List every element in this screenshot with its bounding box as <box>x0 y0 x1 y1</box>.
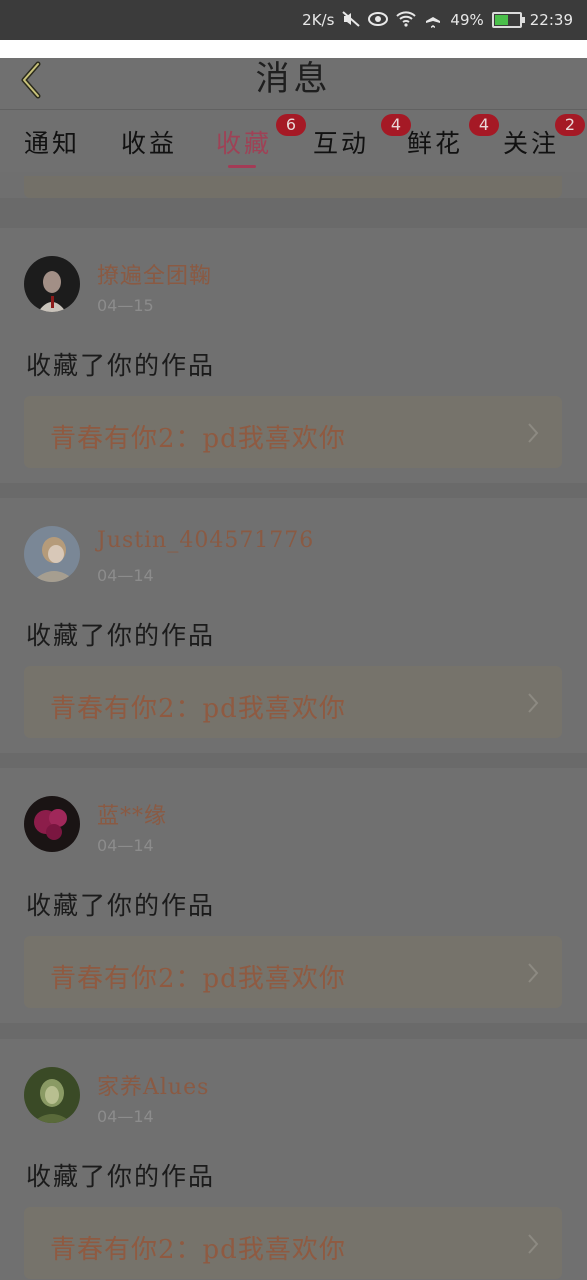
tab-label: 收藏 <box>216 129 273 158</box>
username[interactable]: 撩遍全团鞠 <box>97 258 212 290</box>
work-link[interactable]: 青春有你2：pd我喜欢你 <box>24 666 562 738</box>
top-strip <box>0 40 587 58</box>
tab-label: 关注 <box>503 129 560 158</box>
work-link[interactable]: 青春有你2：pd我喜欢你 <box>24 936 562 1008</box>
action-text: 收藏了你的作品 <box>26 351 216 380</box>
tab-interaction[interactable]: 互动 4 <box>313 114 412 164</box>
list-item[interactable]: 蓝**缘 04—14 收藏了你的作品 青春有你2：pd我喜欢你 <box>0 768 587 1023</box>
username[interactable]: 蓝**缘 <box>97 798 167 830</box>
active-tab-indicator <box>228 165 257 168</box>
eye-icon <box>368 11 389 29</box>
tab-earnings[interactable]: 收益 <box>121 124 177 164</box>
timestamp: 04—14 <box>97 836 154 855</box>
wifi-icon <box>396 10 417 30</box>
battery-percent: 49% <box>450 11 484 29</box>
work-title: 青春有你2：pd我喜欢你 <box>50 1235 346 1265</box>
timestamp: 04—15 <box>97 296 154 315</box>
tab-label: 收益 <box>121 129 178 158</box>
avatar[interactable] <box>24 1067 80 1123</box>
action-text: 收藏了你的作品 <box>26 1162 216 1191</box>
work-link[interactable]: 青春有你2：pd我喜欢你 <box>24 1207 562 1279</box>
tab-bar: 通知 收益 收藏 6 互动 4 鲜花 4 关注 2 <box>0 110 587 172</box>
chevron-right-icon <box>528 963 539 983</box>
header: 消息 <box>0 58 587 110</box>
avatar[interactable] <box>24 796 80 852</box>
mute-icon <box>342 10 361 30</box>
work-link[interactable]: 青春有你2：pd我喜欢你 <box>24 396 562 468</box>
net-speed: 2K/s <box>302 11 335 29</box>
chevron-right-icon <box>528 693 539 713</box>
divider <box>0 753 587 768</box>
list-item[interactable]: Justin_404571776 04—14 收藏了你的作品 青春有你2：pd我… <box>0 498 587 753</box>
username[interactable]: Justin_404571776 <box>97 528 314 553</box>
tab-badge: 2 <box>555 114 586 136</box>
list-item[interactable]: 撩遍全团鞠 04—15 收藏了你的作品 青春有你2：pd我喜欢你 <box>0 228 587 483</box>
work-title: 青春有你2：pd我喜欢你 <box>50 424 346 454</box>
timestamp: 04—14 <box>97 1107 154 1126</box>
avatar[interactable] <box>24 526 80 582</box>
status-bar: 2K/s 49% 22:39 <box>0 0 587 40</box>
divider <box>0 1023 587 1039</box>
tab-label: 通知 <box>24 129 81 158</box>
tab-follow[interactable]: 关注 2 <box>503 114 586 164</box>
list-item[interactable]: 家养Alues 04—14 收藏了你的作品 青春有你2：pd我喜欢你 <box>0 1039 587 1280</box>
page-title: 消息 <box>255 59 332 99</box>
avatar[interactable] <box>24 256 80 312</box>
tab-label: 互动 <box>313 129 370 158</box>
tab-label: 鲜花 <box>407 129 464 158</box>
tab-badge: 6 <box>276 114 307 136</box>
timestamp: 04—14 <box>97 566 154 585</box>
action-text: 收藏了你的作品 <box>26 891 216 920</box>
work-title: 青春有你2：pd我喜欢你 <box>50 694 346 724</box>
chevron-right-icon <box>528 423 539 443</box>
chevron-right-icon <box>528 1234 539 1254</box>
work-title: 青春有你2：pd我喜欢你 <box>50 964 346 994</box>
divider <box>0 483 587 498</box>
tab-flowers[interactable]: 鲜花 4 <box>407 114 500 164</box>
tab-notify[interactable]: 通知 <box>24 124 80 164</box>
username[interactable]: 家养Alues <box>97 1069 209 1101</box>
clock: 22:39 <box>529 11 573 29</box>
battery-icon <box>491 12 525 28</box>
airplane-icon <box>424 10 442 31</box>
divider <box>0 198 587 228</box>
previous-item-fragment <box>24 176 562 198</box>
action-text: 收藏了你的作品 <box>26 621 216 650</box>
tab-favorites[interactable]: 收藏 6 <box>216 114 307 168</box>
tab-badge: 4 <box>469 114 500 136</box>
